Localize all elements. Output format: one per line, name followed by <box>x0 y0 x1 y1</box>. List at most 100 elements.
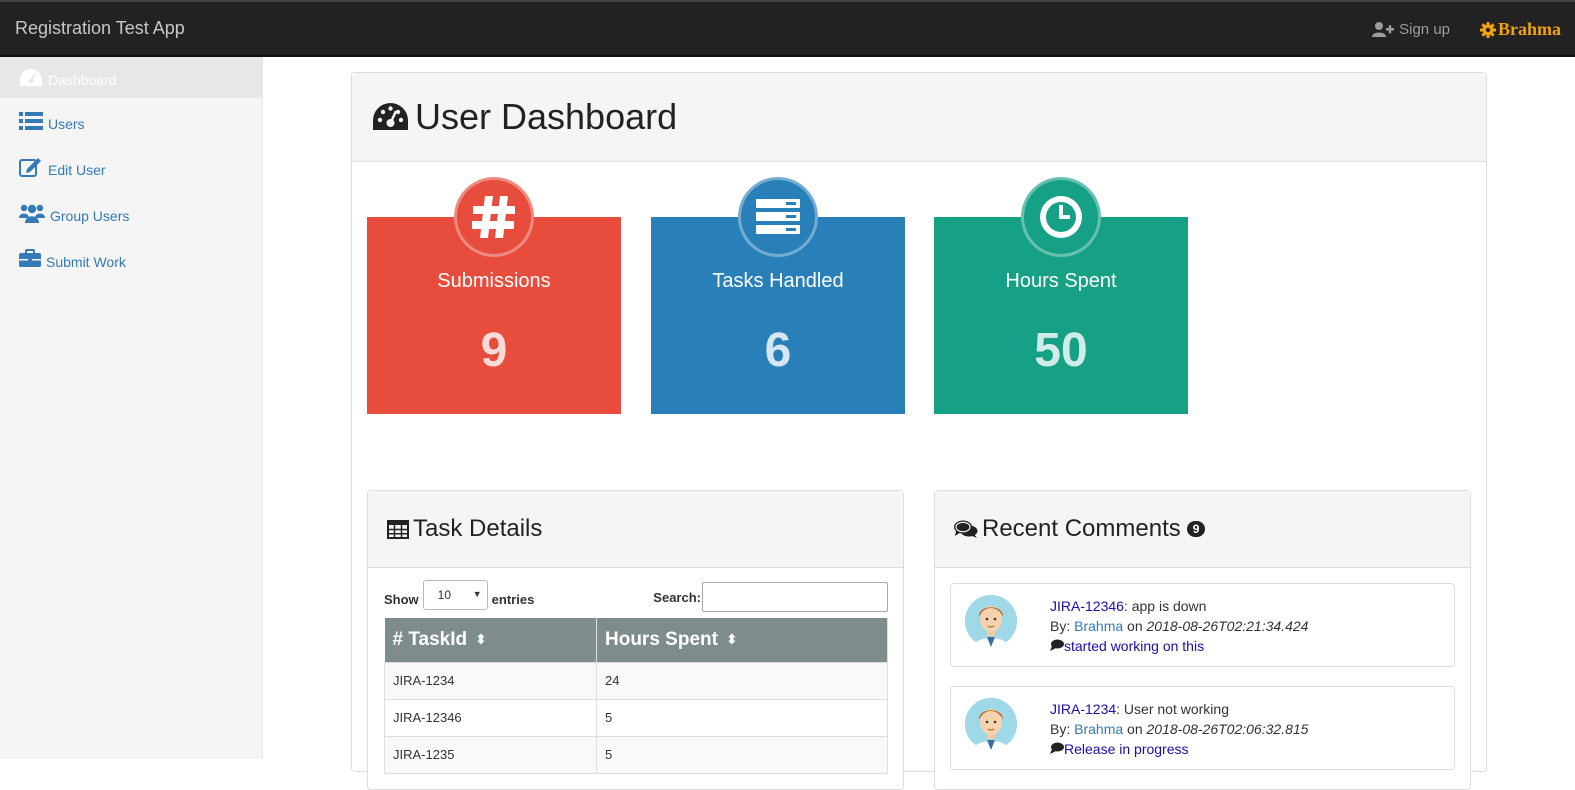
tile-value: 50 <box>1034 324 1088 377</box>
recent-comments-panel: Recent Comments 9 JIRA-12346: app is dow… <box>934 490 1471 790</box>
by-label: By: <box>1050 721 1071 737</box>
comment-timestamp: 2018-08-26T02:06:32.815 <box>1146 721 1309 737</box>
user-menu[interactable]: Brahma <box>1480 19 1561 40</box>
on-label: on <box>1127 721 1143 737</box>
task-link[interactable]: JIRA-12346 <box>1050 598 1124 614</box>
tile-label: Hours Spent <box>1005 270 1117 292</box>
clock-icon <box>1040 196 1082 238</box>
entries-select[interactable]: 10 ▼ <box>422 580 488 610</box>
search-label: Search: <box>653 589 701 605</box>
briefcase-icon <box>19 249 41 267</box>
dashboard-icon <box>20 68 42 86</box>
comment-body: JIRA-1234: User not working By: Brahma o… <box>1050 699 1308 759</box>
dashboard-panel: User Dashboard Submissions 9 Tasks Handl… <box>351 72 1487 790</box>
sidebar-item-dashboard[interactable]: Dashboard <box>0 57 262 98</box>
search-input[interactable] <box>702 582 888 612</box>
table-cell: 5 <box>596 698 888 737</box>
entries-label: entries <box>491 591 535 607</box>
table-row: JIRA-1234 24 <box>384 661 888 700</box>
tile-icon-circle <box>1021 177 1101 257</box>
navbar-right: Sign up Brahma <box>1372 2 1575 57</box>
sidebar-item-label: Submit Work <box>46 253 126 270</box>
sidebar-item-label: Dashboard <box>48 72 117 88</box>
comment-item: JIRA-12346: app is down By: Brahma on 20… <box>950 583 1455 667</box>
edit-icon <box>19 158 41 177</box>
comment-text: : app is down <box>1123 598 1207 614</box>
sidebar-item-edit-user[interactable]: Edit User <box>0 144 262 190</box>
avatar <box>965 698 1017 750</box>
task-details-header: Task Details <box>368 491 903 568</box>
task-details-panel: Task Details Show 10 ▼ entries Search: #… <box>367 490 904 790</box>
signup-label: Sign up <box>1399 21 1450 38</box>
avatar-illustration <box>965 595 1017 647</box>
list-icon <box>19 112 43 130</box>
tasks-handled-tile[interactable]: Tasks Handled 6 <box>651 177 905 414</box>
table-search: Search: <box>653 582 888 612</box>
by-label: By: <box>1050 618 1071 634</box>
table-cell: JIRA-1235 <box>384 735 597 774</box>
sidebar-item-group-users[interactable]: Group Users <box>0 190 262 236</box>
author-link[interactable]: Brahma <box>1074 721 1123 737</box>
table-icon <box>387 519 409 539</box>
sidebar-item-submit-work[interactable]: Submit Work <box>0 236 262 282</box>
entries-value: 10 <box>437 588 452 602</box>
table-cell: JIRA-1234 <box>384 661 597 700</box>
sort-icon: ⬍ <box>725 631 738 648</box>
avatar-illustration <box>965 698 1017 750</box>
caret-down-icon: ▼ <box>472 589 482 599</box>
status-link[interactable]: started working on this <box>1064 638 1204 654</box>
show-label: Show <box>384 591 419 607</box>
sidebar-item-label: Group Users <box>50 207 130 224</box>
column-header-hours-spent[interactable]: Hours Spent ⬍ <box>596 618 888 662</box>
tile-value: 9 <box>480 324 508 377</box>
tile-icon-circle <box>738 177 818 257</box>
task-link[interactable]: JIRA-1234 <box>1050 701 1116 717</box>
table-row: JIRA-1235 5 <box>384 735 888 774</box>
tile-value: 6 <box>764 324 792 377</box>
page-title: User Dashboard <box>415 96 678 137</box>
app-brand[interactable]: Registration Test App <box>15 18 185 39</box>
column-label: Hours Spent <box>605 628 718 650</box>
table-cell: 24 <box>596 661 888 700</box>
comments-icon <box>954 520 978 538</box>
user-plus-icon <box>1372 22 1395 37</box>
panel-header: User Dashboard <box>352 73 1486 162</box>
task-table: # TaskId ⬍ Hours Spent ⬍ JIRA-1234 24 JIRA… <box>384 618 888 774</box>
table-cell: JIRA-12346 <box>384 698 597 737</box>
sidebar-item-label: Users <box>48 115 85 132</box>
top-navbar: Registration Test App Sign up Brahma <box>0 0 1575 57</box>
server-icon <box>756 199 800 234</box>
comment-icon <box>1050 742 1064 754</box>
comment-text: : User not working <box>1116 701 1229 717</box>
user-name: Brahma <box>1498 19 1561 39</box>
task-details-title: Task Details <box>413 515 543 542</box>
on-label: on <box>1127 618 1143 634</box>
comment-icon <box>1050 639 1064 651</box>
comments-count-badge: 9 <box>1186 521 1206 537</box>
sort-icon: ⬍ <box>475 631 487 648</box>
sidebar-item-label: Edit User <box>48 161 106 178</box>
column-header-taskid[interactable]: # TaskId ⬍ <box>384 618 597 662</box>
author-link[interactable]: Brahma <box>1074 618 1123 634</box>
table-cell: 5 <box>596 735 888 774</box>
recent-comments-title: Recent Comments <box>982 515 1181 542</box>
sidebar-item-users[interactable]: Users <box>0 98 262 144</box>
gear-icon <box>1480 21 1496 38</box>
hashtag-icon <box>472 196 515 238</box>
tile-label: Submissions <box>437 270 551 292</box>
submissions-tile[interactable]: Submissions 9 <box>367 177 621 414</box>
tile-icon-circle <box>454 177 534 257</box>
comment-body: JIRA-12346: app is down By: Brahma on 20… <box>1050 596 1308 656</box>
avatar <box>965 595 1017 647</box>
group-icon <box>19 204 45 223</box>
datatable-controls: Show 10 ▼ entries Search: <box>384 580 888 612</box>
table-row: JIRA-12346 5 <box>384 698 888 737</box>
signup-link[interactable]: Sign up <box>1372 21 1450 38</box>
status-link[interactable]: Release in progress <box>1064 741 1189 757</box>
tile-label: Tasks Handled <box>712 270 844 292</box>
hours-spent-tile[interactable]: Hours Spent 50 <box>934 177 1188 414</box>
sidebar: Dashboard Users Edit User Group Users Su… <box>0 57 263 759</box>
dashboard-icon <box>373 103 408 130</box>
comment-timestamp: 2018-08-26T02:21:34.424 <box>1146 618 1309 634</box>
column-label: # TaskId <box>392 628 468 650</box>
